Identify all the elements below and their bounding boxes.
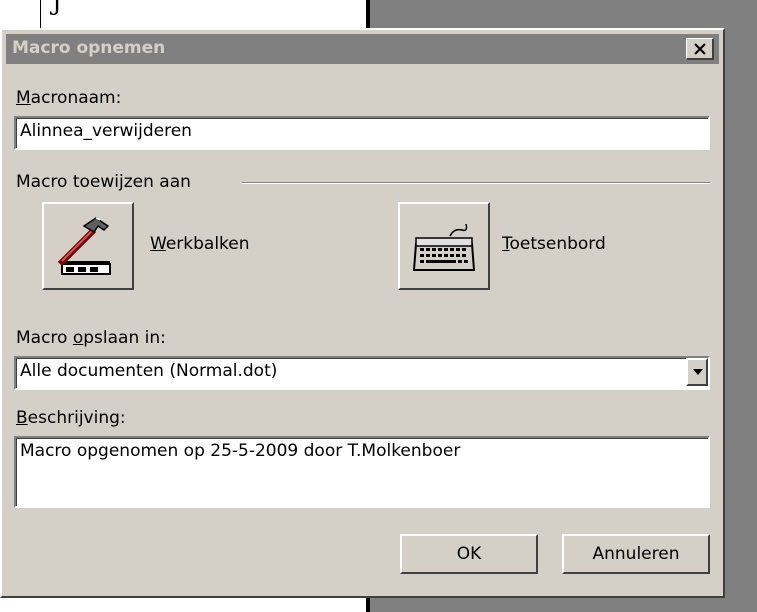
cancel-button[interactable]: Annuleren	[562, 534, 710, 574]
description-label-mnemonic: B	[16, 408, 28, 428]
toolbars-button[interactable]	[42, 202, 134, 290]
dialog-titlebar[interactable]: Macro opnemen	[6, 34, 719, 64]
toolbars-label-rest: erkbalken	[165, 234, 250, 254]
store-in-label-rest: pslaan in:	[83, 328, 166, 348]
keyboard-label: Toetsenbord	[502, 234, 606, 254]
store-in-selected-value: Alle documenten (Normal.dot)	[20, 361, 278, 381]
record-macro-dialog: Macro opnemen Macronaam: Alinnea_verwijd…	[0, 28, 725, 598]
description-textarea[interactable]: Macro opgenomen op 25-5-2009 door T.Molk…	[14, 436, 710, 508]
hammer-toolbar-icon	[57, 217, 111, 275]
macro-name-input[interactable]: Alinnea_verwijderen	[14, 116, 710, 150]
macro-name-label-mnemonic: M	[16, 88, 31, 108]
store-in-select[interactable]: Alle documenten (Normal.dot)	[14, 356, 710, 390]
ok-button[interactable]: OK	[400, 534, 538, 574]
toolbars-label-mnemonic: W	[150, 234, 166, 254]
keyboard-icon	[412, 223, 476, 271]
toolbars-label: Werkbalken	[150, 234, 250, 254]
chevron-down-icon	[693, 369, 703, 375]
assign-group-divider	[242, 182, 710, 184]
store-in-label: Macro opslaan in:	[16, 328, 166, 348]
keyboard-label-mnemonic: T	[502, 234, 510, 254]
dialog-title: Macro opnemen	[12, 38, 166, 58]
store-in-dropdown-button[interactable]	[686, 358, 708, 386]
keyboard-label-rest: oetsenbord	[509, 234, 606, 254]
macro-name-label-rest: acronaam:	[30, 88, 122, 108]
store-in-label-mnemonic: o	[72, 328, 84, 348]
description-label: Beschrijving:	[16, 408, 126, 428]
document-text-fragment: J	[52, 0, 62, 16]
assign-group-label: Macro toewijzen aan	[16, 172, 191, 192]
keyboard-button[interactable]	[398, 202, 490, 290]
macro-name-label: Macronaam:	[16, 88, 121, 108]
store-in-label-pre: Macro	[16, 328, 73, 348]
macro-name-value: Alinnea_verwijderen	[20, 121, 192, 141]
close-button[interactable]	[686, 38, 714, 60]
description-label-rest: eschrijving:	[27, 408, 126, 428]
close-icon	[694, 43, 706, 55]
description-value: Macro opgenomen op 25-5-2009 door T.Molk…	[20, 441, 461, 461]
